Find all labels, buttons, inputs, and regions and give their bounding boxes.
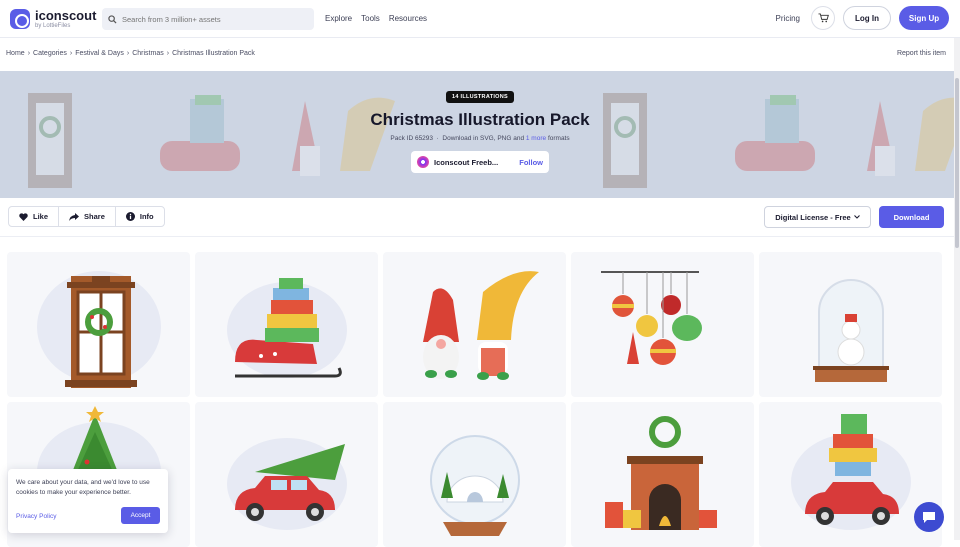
privacy-policy-link[interactable]: Privacy Policy (16, 513, 56, 520)
logo-icon (10, 8, 30, 29)
page-title: Christmas Illustration Pack (370, 110, 590, 129)
nav-resources[interactable]: Resources (389, 14, 427, 23)
cart-icon (818, 13, 829, 23)
search-bar[interactable] (102, 8, 314, 30)
download-button[interactable]: Download (879, 206, 944, 228)
sleigh-gifts-illustration (227, 278, 347, 378)
nav-pricing[interactable]: Pricing (776, 14, 800, 23)
illustration-card-ornaments[interactable] (571, 252, 754, 397)
chevron-down-icon (853, 215, 860, 219)
breadcrumb-separator: › (126, 50, 130, 57)
car-gifts-illustration (791, 414, 911, 530)
illustration-card-car-gifts[interactable] (759, 402, 942, 547)
chat-icon (923, 511, 935, 523)
like-button[interactable]: Like (9, 207, 60, 226)
author-card[interactable]: Iconscout Freeb... Follow (411, 151, 549, 173)
illustration-card-fireplace[interactable] (571, 402, 754, 547)
report-link[interactable]: Report this item (897, 50, 946, 57)
author-avatar (417, 156, 429, 168)
illustration-card-door[interactable] (7, 252, 190, 397)
accept-cookies-button[interactable]: Accept (121, 507, 160, 524)
more-formats-link[interactable]: 1 more (526, 135, 546, 142)
info-icon (125, 212, 135, 221)
scrollbar[interactable] (954, 38, 960, 540)
formats-label: formats (547, 135, 570, 142)
cookie-banner: We care about your data, and we'd love t… (8, 469, 168, 533)
logo[interactable]: iconscout by LottieFiles (10, 7, 105, 29)
door-wreath-illustration (37, 271, 161, 388)
cookie-text: We care about your data, and we'd love t… (16, 479, 150, 497)
login-button[interactable]: Log In (843, 6, 891, 30)
breadcrumb-festival[interactable]: Festival & Days (75, 50, 124, 57)
car-tree-illustration (227, 438, 347, 530)
signup-button[interactable]: Sign Up (899, 6, 949, 30)
illustration-card-igloo[interactable] (383, 402, 566, 547)
license-label: Digital License - Free (775, 212, 851, 222)
author-name[interactable]: Iconscout Freeb... (434, 158, 514, 167)
scrollbar-thumb[interactable] (955, 78, 959, 248)
ornaments-illustration (601, 271, 702, 365)
snow-globe-snowman-illustration (813, 279, 889, 382)
divider (0, 236, 960, 237)
chat-button[interactable] (914, 502, 944, 532)
search-input[interactable] (122, 14, 302, 24)
share-icon (69, 212, 80, 221)
license-select[interactable]: Digital License - Free (764, 206, 871, 228)
info-button[interactable]: Info (116, 207, 164, 226)
igloo-globe-illustration (430, 435, 520, 536)
header-actions: Pricing Log In Sign Up (776, 6, 949, 30)
nav-explore[interactable]: Explore (325, 14, 352, 23)
illustration-count-badge: 14 ILLUSTRATIONS (445, 91, 515, 103)
pack-id: Pack ID 65293 (390, 135, 434, 142)
heart-icon (19, 212, 28, 221)
share-button[interactable]: Share (59, 207, 116, 226)
download-formats-text: Download in SVG, PNG and (442, 135, 525, 142)
illustration-card-gnomes[interactable] (383, 252, 566, 397)
fireplace-illustration (605, 416, 717, 530)
info-label: Info (139, 212, 154, 221)
breadcrumb: Home › Categories › Festival & Days › Chris… (6, 50, 255, 57)
illustration-card-car-tree[interactable] (195, 402, 378, 547)
hero-content: 14 ILLUSTRATIONS Christmas Illustration … (0, 91, 960, 173)
pack-hero: 14 ILLUSTRATIONS Christmas Illustration … (0, 71, 960, 198)
breadcrumb-home[interactable]: Home (6, 50, 25, 57)
breadcrumb-separator: › (27, 50, 31, 57)
breadcrumb-categories[interactable]: Categories (33, 50, 67, 57)
pack-meta: Pack ID 65293 · Download in SVG, PNG and… (390, 135, 570, 142)
breadcrumb-separator: › (166, 50, 170, 57)
illustration-card-sleigh[interactable] (195, 252, 378, 397)
cart-button[interactable] (811, 6, 835, 30)
search-icon (108, 14, 117, 24)
logo-name: iconscout (35, 7, 97, 23)
breadcrumb-current: Christmas Illustration Pack (172, 50, 255, 57)
breadcrumb-christmas[interactable]: Christmas (132, 50, 164, 57)
breadcrumb-separator: › (69, 50, 73, 57)
share-label: Share (84, 212, 105, 221)
main-nav: Explore Tools Resources (325, 14, 427, 23)
gnomes-illustration (423, 271, 539, 380)
like-label: Like (33, 212, 49, 221)
logo-sub: by LottieFiles (35, 22, 71, 29)
illustration-card-snow-globe[interactable] (759, 252, 942, 397)
nav-tools[interactable]: Tools (361, 14, 380, 23)
follow-button[interactable]: Follow (519, 158, 543, 167)
action-group: Like Share Info (8, 206, 165, 227)
